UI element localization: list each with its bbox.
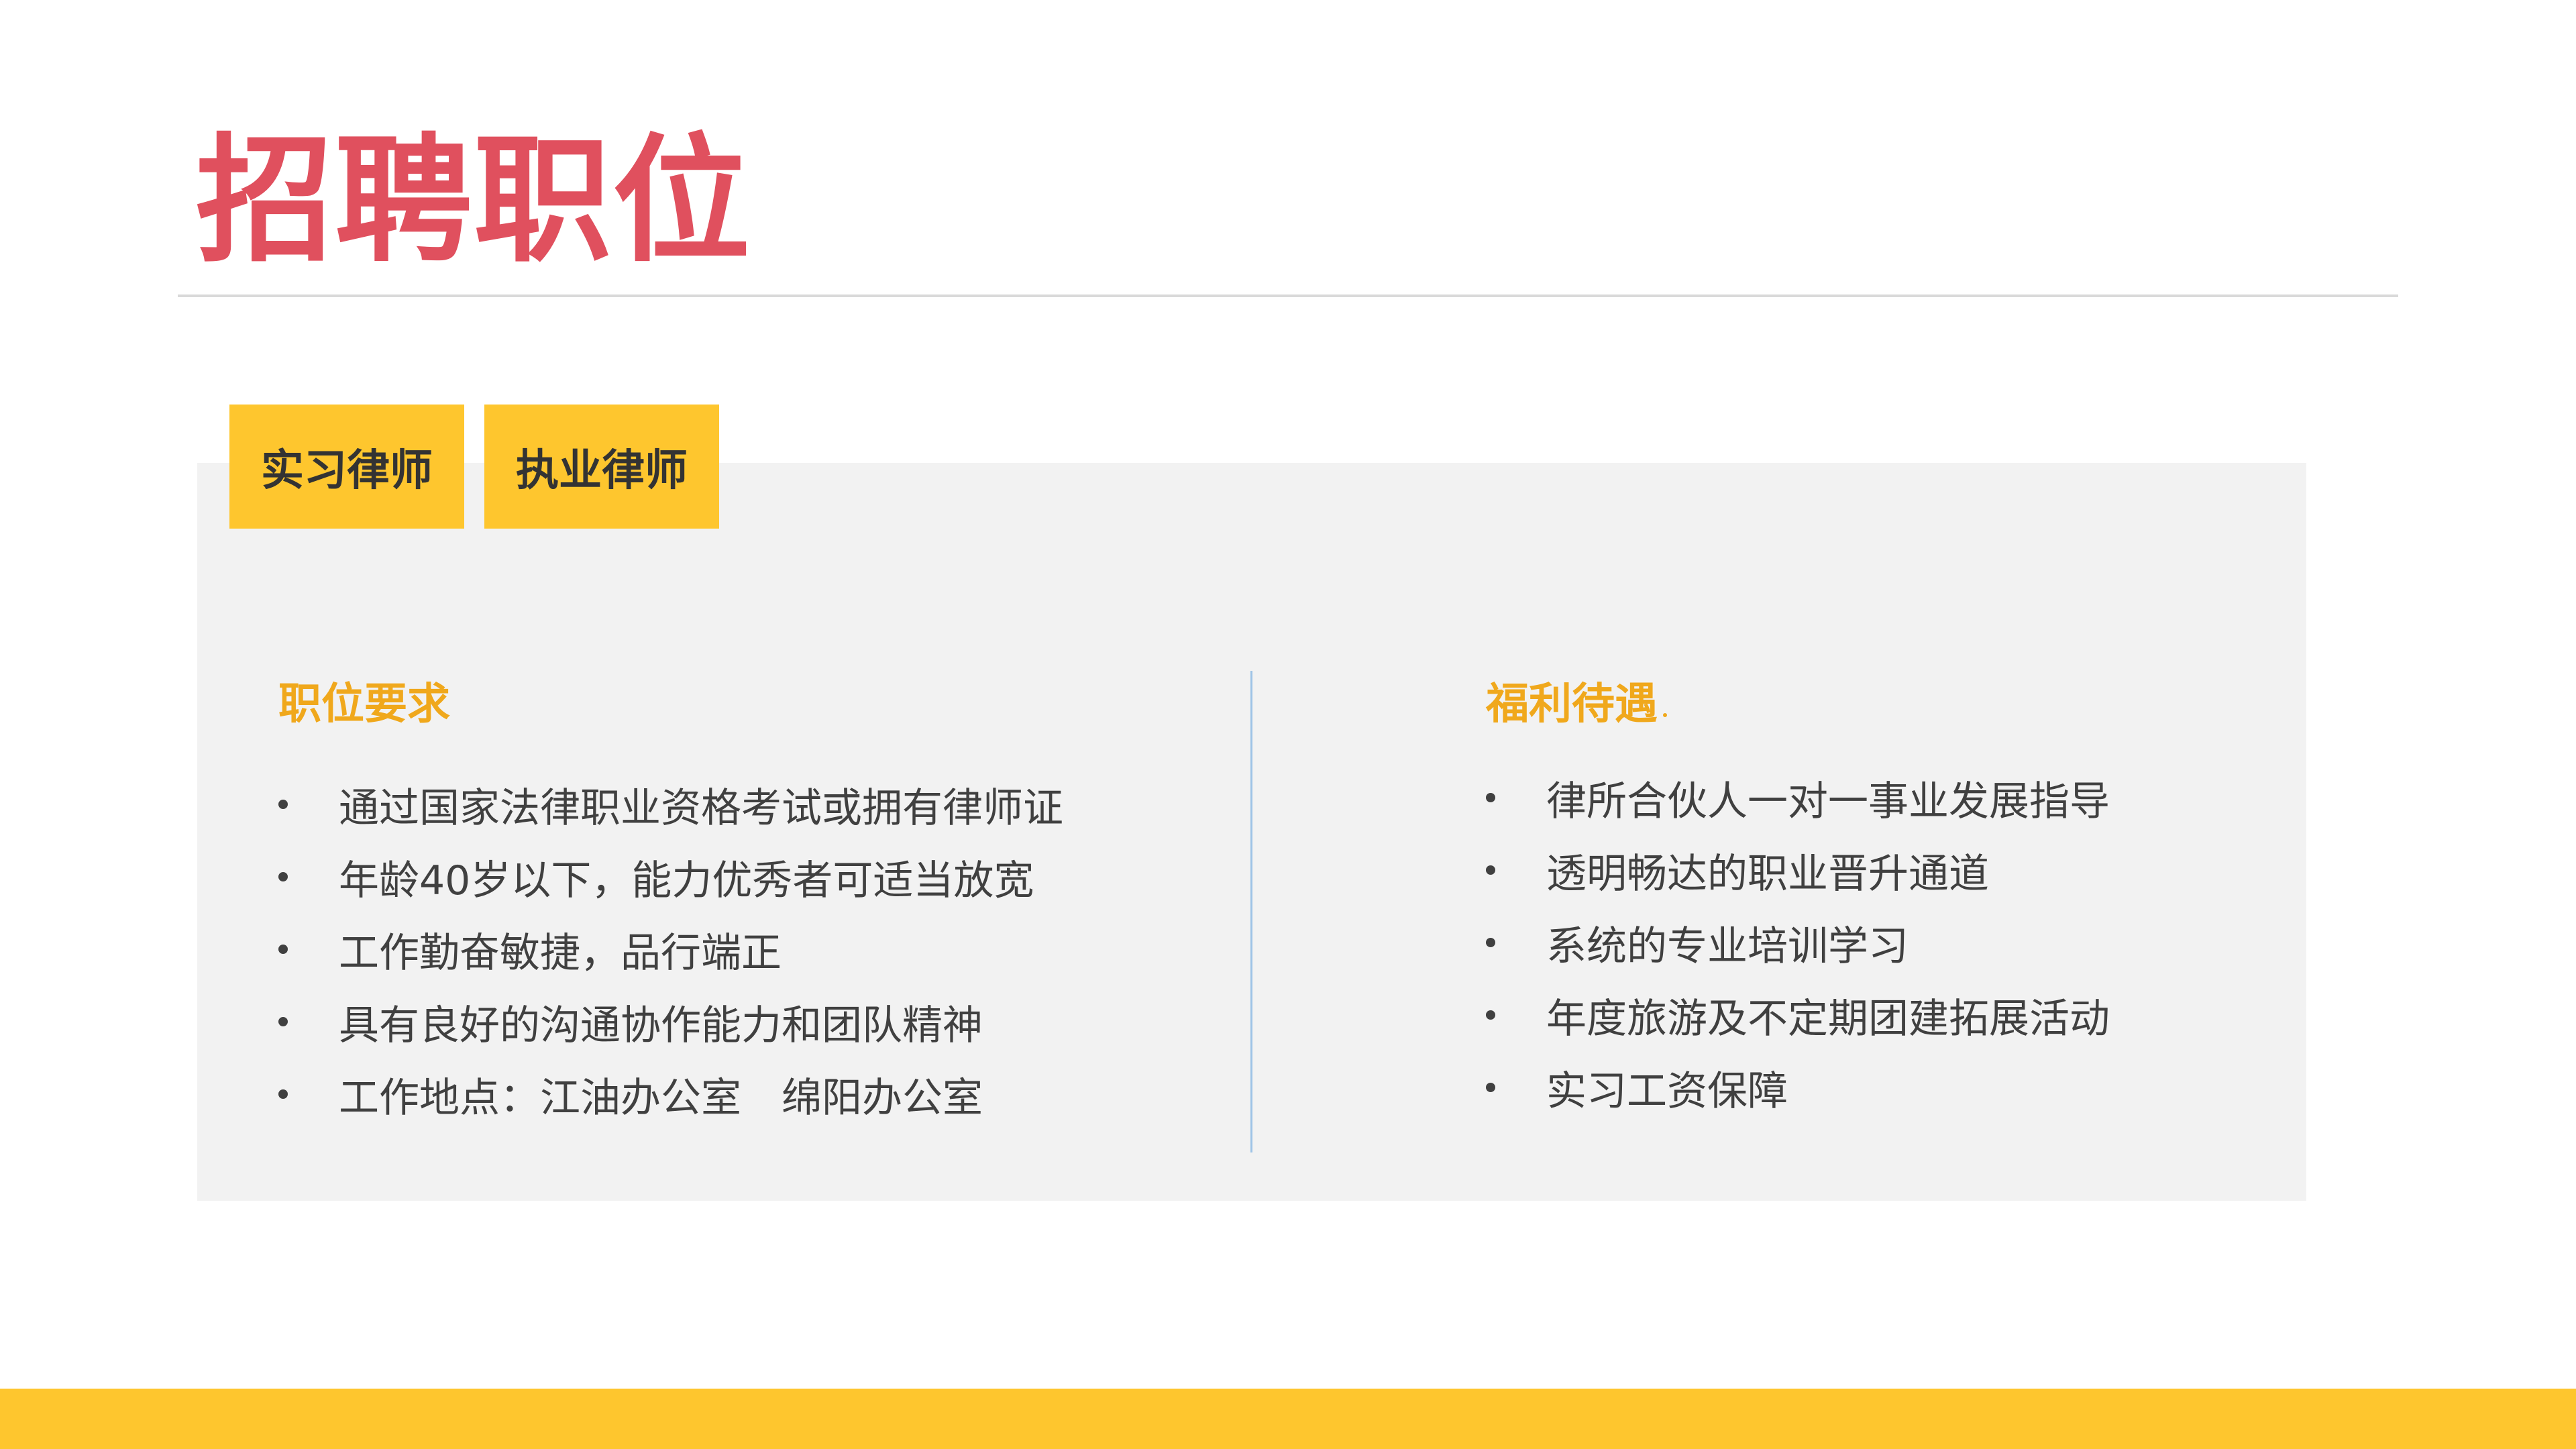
bullet-icon [278, 800, 288, 809]
list-item-text: 实习工资保障 [1546, 1067, 1788, 1115]
bullet-icon [278, 872, 288, 881]
slide: 招聘职位 实习律师 执业律师 职位要求 通过国家法律职业资格考试或拥有律师证 年… [0, 0, 2576, 1449]
bullet-icon [278, 1089, 288, 1099]
benefits-list: 律所合伙人一对一事业发展指导 透明畅达的职业晋升通道 系统的专业培训学习 年度旅… [1486, 761, 2110, 1124]
list-item-text: 具有良好的沟通协作能力和团队精神 [339, 1002, 983, 1049]
benefits-heading: 福利待遇 [1486, 674, 1667, 735]
list-item: 年度旅游及不定期团建拓展活动 [1486, 979, 2110, 1051]
list-item-text: 工作勤奋敏捷，品行端正 [339, 929, 782, 977]
bullet-icon [1486, 938, 1495, 947]
bullet-icon [1486, 793, 1495, 802]
page-title: 招聘职位 [196, 121, 751, 281]
bullet-icon [278, 1017, 288, 1026]
title-underline [178, 294, 2398, 297]
list-item: 系统的专业培训学习 [1486, 906, 2110, 979]
list-item: 通过国家法律职业资格考试或拥有律师证 [278, 768, 1063, 841]
list-item-text: 工作地点：江油办公室 绵阳办公室 [339, 1074, 983, 1122]
benefits-heading-text: 福利待遇 [1486, 680, 1658, 729]
list-item-text: 年度旅游及不定期团建拓展活动 [1546, 995, 2110, 1042]
list-item: 工作勤奋敏捷，品行端正 [278, 913, 1063, 985]
list-item: 透明畅达的职业晋升通道 [1486, 834, 2110, 906]
tab-intern-lawyer[interactable]: 实习律师 [229, 405, 464, 529]
list-item: 工作地点：江油办公室 绵阳办公室 [278, 1058, 1063, 1130]
bullet-icon [1486, 1083, 1495, 1092]
list-item: 实习工资保障 [1486, 1051, 2110, 1124]
bullet-icon [1486, 1010, 1495, 1020]
requirements-heading: 职位要求 [278, 674, 450, 735]
requirements-list: 通过国家法律职业资格考试或拥有律师证 年龄40岁以下，能力优秀者可适当放宽 工作… [278, 768, 1063, 1130]
decorative-dot-icon [1663, 713, 1667, 717]
list-item-text: 年龄40岁以下，能力优秀者可适当放宽 [339, 857, 1034, 904]
column-divider [1250, 671, 1252, 1152]
list-item-text: 透明畅达的职业晋升通道 [1546, 850, 1989, 898]
list-item-text: 律所合伙人一对一事业发展指导 [1546, 777, 2110, 825]
list-item-text: 通过国家法律职业资格考试或拥有律师证 [339, 784, 1063, 832]
list-item-text: 系统的专业培训学习 [1546, 922, 1909, 970]
requirements-heading-text: 职位要求 [278, 680, 450, 729]
footer-bar [0, 1389, 2576, 1449]
list-item: 律所合伙人一对一事业发展指导 [1486, 761, 2110, 834]
tab-practicing-lawyer[interactable]: 执业律师 [484, 405, 719, 529]
list-item: 年龄40岁以下，能力优秀者可适当放宽 [278, 841, 1063, 913]
bullet-icon [278, 945, 288, 954]
list-item: 具有良好的沟通协作能力和团队精神 [278, 985, 1063, 1058]
bullet-icon [1486, 865, 1495, 875]
